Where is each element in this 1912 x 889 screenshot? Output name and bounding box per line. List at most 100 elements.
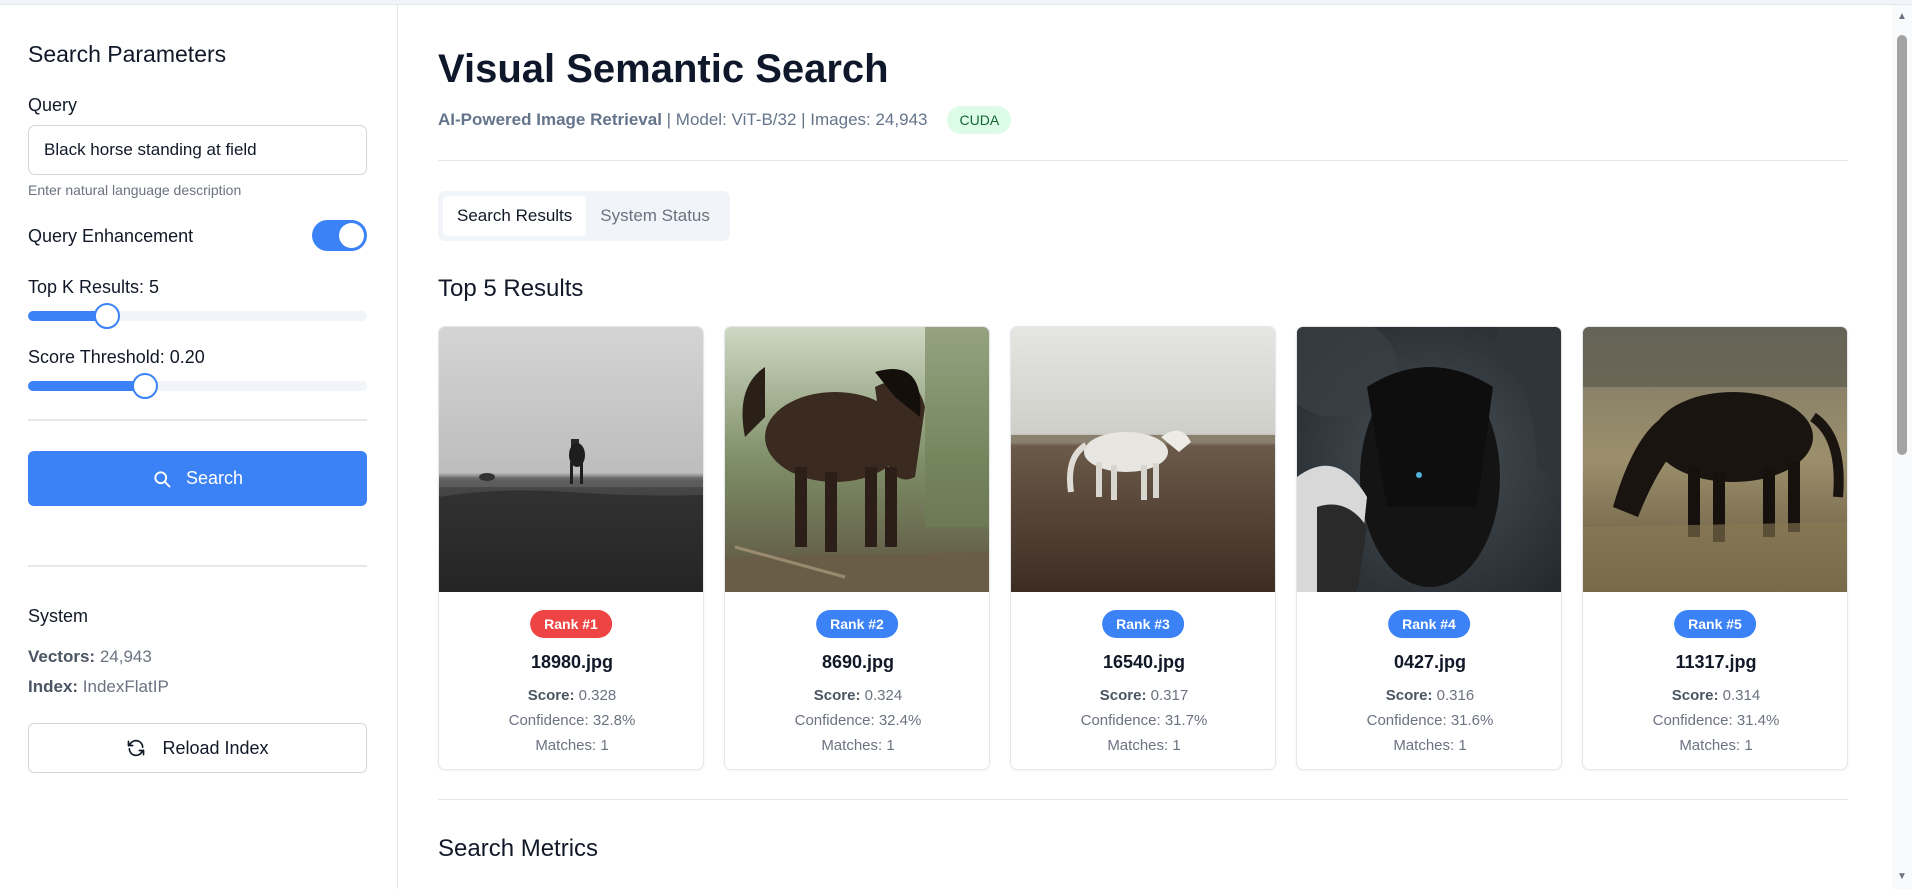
result-score: Score: 0.316: [1297, 687, 1561, 704]
result-filename: 8690.jpg: [821, 652, 895, 672]
rank-badge: Rank #3: [1102, 610, 1184, 638]
scroll-up-icon[interactable]: ▲: [1896, 11, 1908, 23]
result-confidence: Confidence: 31.6%: [1366, 712, 1494, 729]
tab-bar: Search Results System Status: [438, 191, 730, 241]
result-image: [1583, 327, 1847, 592]
result-score: Score: 0.314: [1583, 687, 1847, 704]
rank-badge: Rank #2: [816, 610, 898, 638]
index-key: Index:: [28, 677, 79, 696]
device-badge: CUDA: [947, 106, 1012, 134]
index-row: Index: IndexFlatIP: [28, 677, 169, 697]
result-score: Score: 0.317: [1011, 687, 1275, 704]
search-icon: [154, 470, 171, 487]
result-matches: Matches: 1: [1679, 737, 1753, 754]
threshold-label: Score Threshold: 0.20: [28, 347, 205, 367]
score-value: 0.317: [1150, 687, 1189, 704]
result-matches: Matches: 1: [535, 737, 609, 754]
sidebar: Search Parameters Query Black horse stan…: [0, 5, 398, 889]
query-label: Query: [28, 95, 78, 115]
header-divider: [438, 160, 1848, 161]
tab-search-results[interactable]: Search Results: [443, 196, 587, 236]
result-confidence: Confidence: 32.4%: [794, 712, 922, 729]
horse-photo-3: [1011, 327, 1275, 592]
result-image: [1011, 327, 1275, 592]
horse-photo-5: [1583, 327, 1847, 592]
vectors-row: Vectors: 24,943: [28, 647, 152, 667]
score-value: 0.314: [1722, 687, 1761, 704]
page-subtitle: AI-Powered Image Retrieval | Model: ViT-…: [438, 106, 1012, 134]
scroll-down-icon[interactable]: ▼: [1896, 871, 1908, 883]
score-value: 0.328: [578, 687, 617, 704]
query-input[interactable]: Black horse standing at field: [28, 125, 367, 175]
index-value: IndexFlatIP: [82, 677, 169, 696]
result-score: Score: 0.328: [439, 687, 703, 704]
app-window: Search Parameters Query Black horse stan…: [0, 0, 1912, 889]
vectors-value: 24,943: [99, 647, 152, 666]
results-grid: Rank #1 18980.jpg Score: 0.328 Confidenc…: [438, 326, 1848, 770]
search-button[interactable]: Search: [28, 451, 367, 506]
result-card[interactable]: Rank #5 11317.jpg Score: 0.314 Confidenc…: [1582, 326, 1848, 770]
score-key: Score:: [1385, 687, 1433, 704]
threshold-slider[interactable]: [28, 373, 367, 399]
result-filename: 0427.jpg: [1393, 652, 1467, 672]
topk-label: Top K Results: 5: [28, 277, 160, 297]
enhancement-toggle[interactable]: [312, 220, 367, 251]
threshold-slider-fill: [28, 381, 145, 391]
toggle-knob: [339, 223, 364, 248]
result-confidence: Confidence: 32.8%: [508, 712, 636, 729]
result-image: [439, 327, 703, 592]
result-confidence: Confidence: 31.7%: [1080, 712, 1208, 729]
result-filename: 16540.jpg: [1102, 652, 1186, 672]
horse-photo-4: [1297, 327, 1561, 592]
sidebar-divider-2: [28, 565, 367, 567]
metrics-title: Search Metrics: [438, 835, 599, 862]
main-content: Visual Semantic Search AI-Powered Image …: [399, 5, 1892, 889]
score-value: 0.316: [1436, 687, 1475, 704]
result-matches: Matches: 1: [821, 737, 895, 754]
result-confidence: Confidence: 31.4%: [1652, 712, 1780, 729]
page-title: Visual Semantic Search: [438, 47, 889, 91]
vectors-key: Vectors:: [28, 647, 96, 666]
rank-badge: Rank #1: [530, 610, 612, 638]
topk-slider[interactable]: [28, 303, 367, 329]
sidebar-divider: [28, 419, 367, 421]
result-image: [1297, 327, 1561, 592]
score-key: Score:: [813, 687, 861, 704]
horse-photo-1: [439, 327, 703, 592]
results-title: Top 5 Results: [438, 275, 584, 302]
result-filename: 18980.jpg: [530, 652, 614, 672]
rank-badge: Rank #5: [1674, 610, 1756, 638]
enhancement-label: Query Enhancement: [28, 226, 194, 246]
reload-index-label: Reload Index: [162, 737, 269, 758]
query-input-value: Black horse standing at field: [44, 140, 257, 159]
search-button-label: Search: [185, 468, 244, 488]
result-image: [725, 327, 989, 592]
query-hint: Enter natural language description: [28, 182, 242, 198]
rank-badge: Rank #4: [1388, 610, 1470, 638]
results-divider: [438, 799, 1848, 800]
subtitle-strong: AI-Powered Image Retrieval: [438, 110, 662, 129]
system-title: System: [28, 606, 89, 626]
result-matches: Matches: 1: [1107, 737, 1181, 754]
score-key: Score:: [1099, 687, 1147, 704]
threshold-slider-thumb[interactable]: [132, 373, 158, 399]
sidebar-title: Search Parameters: [28, 41, 227, 67]
topk-slider-thumb[interactable]: [94, 303, 120, 329]
result-matches: Matches: 1: [1393, 737, 1467, 754]
score-key: Score:: [1671, 687, 1719, 704]
result-card[interactable]: Rank #1 18980.jpg Score: 0.328 Confidenc…: [438, 326, 704, 770]
score-key: Score:: [527, 687, 575, 704]
tab-system-status[interactable]: System Status: [586, 196, 724, 236]
result-card[interactable]: Rank #4 0427.jpg Score: 0.316 Confidence…: [1296, 326, 1562, 770]
subtitle-rest: | Model: ViT-B/32 | Images: 24,943: [661, 110, 928, 129]
scrollbar-thumb[interactable]: [1897, 35, 1907, 455]
score-value: 0.324: [864, 687, 903, 704]
refresh-icon: [128, 739, 145, 757]
horse-photo-2: [725, 327, 989, 592]
reload-index-button[interactable]: Reload Index: [28, 723, 367, 773]
result-card[interactable]: Rank #2 8690.jpg Score: 0.324 Confidence…: [724, 326, 990, 770]
result-card[interactable]: Rank #3 16540.jpg Score: 0.317 Confidenc…: [1010, 326, 1276, 770]
result-score: Score: 0.324: [725, 687, 989, 704]
page-scrollbar[interactable]: ▲ ▼: [1892, 5, 1912, 889]
result-filename: 11317.jpg: [1675, 652, 1757, 672]
